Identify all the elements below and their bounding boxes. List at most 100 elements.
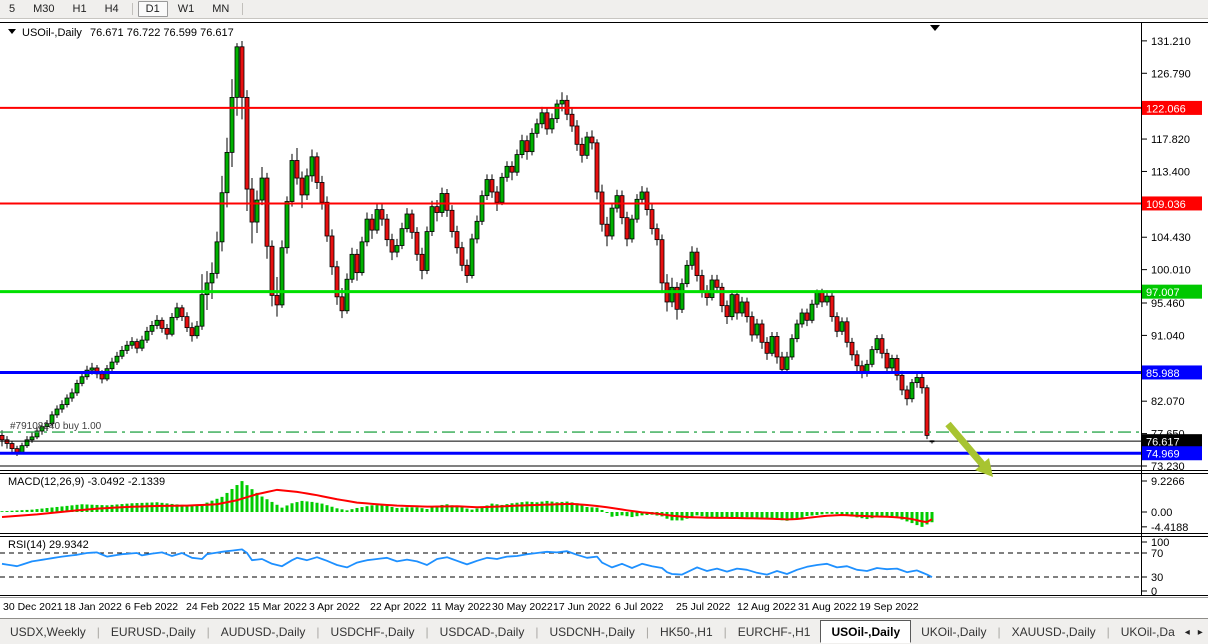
candle [55,405,59,417]
price-tick-label: 104.430 [1151,232,1191,244]
candle [515,149,519,175]
price-tick-label: 82.070 [1151,396,1185,408]
macd-bar [301,501,304,512]
highlighted-price-label: 85.988 [1146,368,1180,380]
chart-tab-usoil-daily[interactable]: USOil-,Daily [820,620,911,643]
candle [345,273,349,313]
candle [365,213,369,247]
chart-tab-ukoil-daily[interactable]: UKOil-,Daily [911,622,996,642]
candle [265,173,269,259]
candle [400,223,404,249]
candle [135,339,139,354]
macd-bar [746,512,749,517]
candle [175,303,179,321]
macd-bar [531,502,534,512]
time-axis[interactable]: 30 Dec 202118 Jan 20226 Feb 202224 Feb 2… [3,601,919,613]
candle [735,290,739,319]
candle [170,313,174,336]
chart-tab-ukoil-da[interactable]: UKOil-,Da [1111,622,1185,642]
chart-tab-usdchf-daily[interactable]: USDCHF-,Daily [321,622,425,642]
tab-scroll-left-icon[interactable]: ◂ [1185,627,1190,638]
candle [505,161,509,182]
macd-bar [216,499,219,512]
candle [350,248,354,283]
candle [275,277,279,317]
candle [185,312,189,332]
chart-tab-eurusd-daily[interactable]: EURUSD-,Daily [101,622,206,642]
macd-bar [86,504,89,512]
date-label: 31 Aug 2022 [798,601,857,613]
candle [710,275,714,301]
chart-tab-usdcnh-daily[interactable]: USDCNH-,Daily [539,622,644,642]
highlighted-price-label: 122.066 [1146,103,1186,115]
candle [385,214,389,246]
candle [740,297,744,317]
tab-separator: | [997,625,1000,639]
candle [520,135,524,158]
macd-bar [906,512,909,521]
candle [600,185,604,232]
candle [885,349,889,373]
price-tick-label: 100.010 [1151,265,1191,277]
tab-scroll-right-icon[interactable]: ▸ [1198,627,1203,638]
chart-tab-eurchf-h1[interactable]: EURCHF-,H1 [728,622,821,642]
candle [65,394,69,407]
chart-tab-usdcad-daily[interactable]: USDCAD-,Daily [430,622,535,642]
chart-dropdown-icon[interactable] [8,29,16,34]
chart-area[interactable]: 131.210126.790117.820113.400104.430100.0… [0,0,1208,644]
macd-bar [831,512,834,514]
macd-bar [461,507,464,512]
candle [755,319,759,339]
chart-shift-marker-icon[interactable] [930,25,940,31]
date-label: 17 Jun 2022 [553,601,611,613]
chart-tab-hk50-h1[interactable]: HK50-,H1 [650,622,723,642]
macd-bar [311,502,314,512]
candle [80,372,84,386]
candle [115,352,119,365]
candle [925,385,929,439]
macd-bar [291,503,294,512]
date-label: 30 Dec 2021 [3,601,63,613]
date-label: 18 Jan 2022 [64,601,122,613]
open-order-label: #79108240 buy 1.00 [10,421,102,432]
candle [795,320,799,343]
candle [310,149,314,181]
candle [920,374,924,394]
candle [485,174,489,200]
candle [590,130,594,149]
macd-bar [801,512,804,518]
candle [255,191,259,234]
candle [810,300,814,323]
chart-tab-usdx-weekly[interactable]: USDX,Weekly [0,622,96,642]
rsi-tick-label: 30 [1151,572,1163,584]
candle [785,352,789,373]
candle [220,176,224,252]
candle [200,274,204,330]
candle [775,332,779,364]
candle [465,259,469,282]
candle [355,249,359,281]
macd-bar [161,503,164,512]
chart-title: USOil-,Daily [22,27,82,39]
candle [315,152,319,189]
macd-bar [241,481,244,512]
candle [530,128,534,155]
candle [700,270,704,298]
candle [440,188,444,217]
chart-tab-xauusd-daily[interactable]: XAUUSD-,Daily [1002,622,1106,642]
date-label: 3 Apr 2022 [309,601,360,613]
candle [75,380,79,396]
macd-bar [6,511,9,512]
candle [125,341,129,354]
macd-bar [541,502,544,512]
candle [675,282,679,319]
candle [5,436,9,448]
candle [900,371,904,395]
candle [180,305,184,321]
macd-bar [536,502,539,512]
macd-bar [256,493,259,512]
chart-tab-audusd-daily[interactable]: AUDUSD-,Daily [211,622,316,642]
candle [760,320,764,349]
price-axis[interactable]: 131.210126.790117.820113.400104.430100.0… [1141,36,1202,473]
macd-bar [751,512,754,518]
